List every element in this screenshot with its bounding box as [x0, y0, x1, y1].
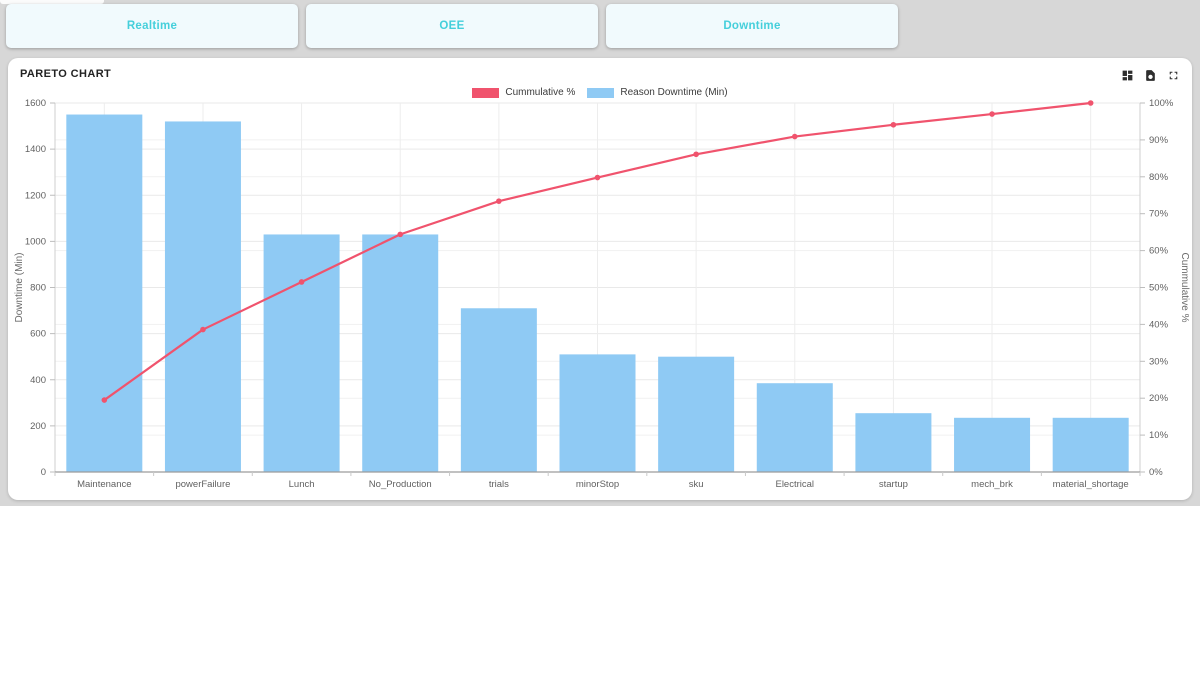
svg-text:90%: 90%	[1149, 135, 1169, 146]
svg-text:30%: 30%	[1149, 356, 1169, 367]
svg-text:0%: 0%	[1149, 467, 1163, 478]
svg-text:Maintenance: Maintenance	[77, 479, 131, 490]
pareto-chart-card: PARETO CHART Cummulative % Reason Downti…	[8, 58, 1192, 500]
svg-text:40%: 40%	[1149, 319, 1169, 330]
svg-text:100%: 100%	[1149, 98, 1174, 109]
svg-text:Cummulative %: Cummulative %	[1179, 252, 1190, 322]
svg-text:1600: 1600	[25, 98, 46, 109]
svg-text:80%: 80%	[1149, 172, 1169, 183]
svg-text:material_shortage: material_shortage	[1053, 479, 1129, 490]
svg-text:20%: 20%	[1149, 393, 1169, 404]
svg-text:startup: startup	[879, 479, 908, 490]
svg-text:70%: 70%	[1149, 209, 1169, 220]
svg-text:sku: sku	[689, 479, 704, 490]
tab-downtime[interactable]: Downtime	[606, 4, 898, 48]
svg-text:trials: trials	[489, 479, 509, 490]
svg-text:1200: 1200	[25, 190, 46, 201]
tab-downtime-label: Downtime	[723, 20, 780, 32]
svg-text:800: 800	[30, 283, 46, 294]
svg-text:60%: 60%	[1149, 246, 1169, 257]
tab-oee-label: OEE	[439, 20, 464, 32]
svg-text:400: 400	[30, 375, 46, 386]
svg-text:1000: 1000	[25, 236, 46, 247]
svg-text:200: 200	[30, 421, 46, 432]
svg-text:0: 0	[41, 467, 46, 478]
pareto-chart-plot[interactable]: 0 200 400 600 800 1000 1200 1400 1600 0% 10% 20% 30%…	[8, 58, 1192, 500]
tab-realtime[interactable]: Realtime	[6, 4, 298, 48]
tab-realtime-label: Realtime	[127, 20, 177, 32]
svg-text:Lunch: Lunch	[289, 479, 315, 490]
svg-text:powerFailure: powerFailure	[175, 479, 230, 490]
svg-text:50%: 50%	[1149, 283, 1169, 294]
svg-text:Electrical: Electrical	[775, 479, 814, 490]
svg-text:1400: 1400	[25, 144, 46, 155]
tab-oee[interactable]: OEE	[306, 4, 598, 48]
svg-text:600: 600	[30, 329, 46, 340]
svg-text:10%: 10%	[1149, 430, 1169, 441]
svg-text:minorStop: minorStop	[576, 479, 619, 490]
svg-text:No_Production: No_Production	[369, 479, 432, 490]
svg-text:mech_brk: mech_brk	[971, 479, 1013, 490]
tab-bar: Realtime OEE Downtime	[6, 4, 898, 48]
svg-text:Downtime (Min): Downtime (Min)	[14, 252, 25, 322]
